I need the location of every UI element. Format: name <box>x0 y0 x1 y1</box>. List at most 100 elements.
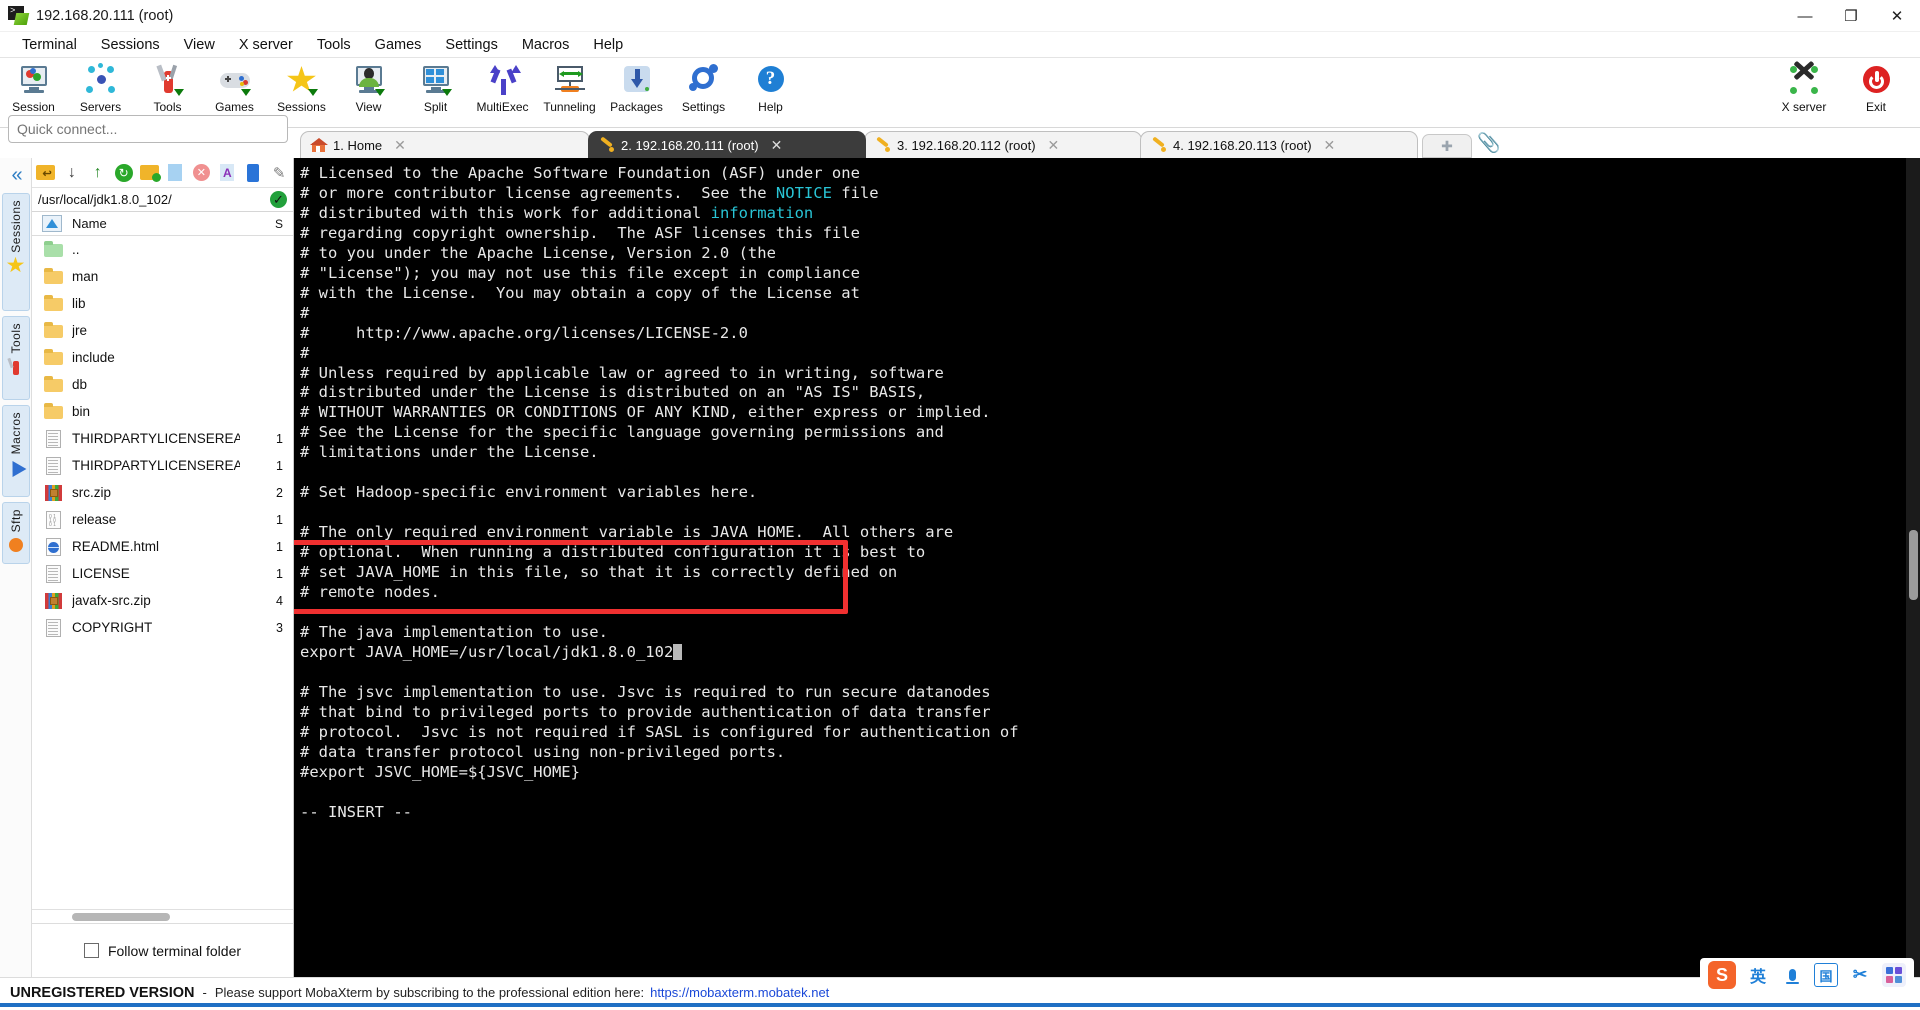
menu-settings[interactable]: Settings <box>433 35 509 55</box>
scrollbar-thumb[interactable] <box>1909 530 1918 600</box>
ribbon-view[interactable]: View <box>335 58 402 114</box>
rail-tab-sessions[interactable]: Sessions <box>1 193 30 311</box>
ssh-key-icon <box>875 136 891 153</box>
menu-tools[interactable]: Tools <box>305 35 363 55</box>
scissors-icon[interactable]: ✂ <box>1848 963 1872 987</box>
binary-mode-icon[interactable] <box>241 161 265 185</box>
menu-games[interactable]: Games <box>363 35 434 55</box>
delete-icon[interactable]: ✕ <box>189 161 213 185</box>
sftp-path-bar[interactable]: /usr/local/jdk1.8.0_102/ ✓ <box>32 188 293 212</box>
file-row-thirdparty-2[interactable]: THIRDPARTYLICENSEREAD... 1 <box>32 452 293 479</box>
paperclip-icon[interactable]: 📎 <box>1472 128 1506 158</box>
terminal-panel[interactable]: # Licensed to the Apache Software Founda… <box>294 158 1920 977</box>
column-size-header[interactable]: S <box>275 217 283 231</box>
tab-4-192-168-20-113[interactable]: 4. 192.168.20.113 (root) ✕ <box>1140 131 1418 158</box>
go-up-folder-icon[interactable]: ↩ <box>34 161 58 185</box>
sort-up-icon[interactable] <box>42 214 64 233</box>
refresh-icon[interactable]: ↻ <box>112 161 136 185</box>
ime-language-icon[interactable]: 英 <box>1746 963 1770 987</box>
file-row-bin[interactable]: bin <box>32 398 293 425</box>
tab-2-close-icon[interactable]: ✕ <box>771 137 783 154</box>
file-row-release[interactable]: 0 11 00 1 release 1 <box>32 506 293 533</box>
tab-1-close-icon[interactable]: ✕ <box>394 137 406 154</box>
folder-icon <box>44 403 64 420</box>
apps-grid-icon[interactable] <box>1882 963 1906 987</box>
terminal-output[interactable]: # Licensed to the Apache Software Founda… <box>294 158 1920 822</box>
folder-icon <box>44 376 64 393</box>
file-row-readme-html[interactable]: README.html 1 <box>32 533 293 560</box>
ribbon-split[interactable]: Split <box>402 58 469 114</box>
ime-handwriting-icon[interactable]: 国 <box>1814 963 1838 987</box>
ribbon-tools[interactable]: Tools <box>134 58 201 114</box>
column-name-header[interactable]: Name <box>72 216 107 231</box>
file-row-parent[interactable]: .. <box>32 236 293 263</box>
quick-connect-input[interactable] <box>8 115 288 143</box>
ribbon-servers[interactable]: Servers <box>67 58 134 114</box>
microphone-icon[interactable] <box>1780 963 1804 987</box>
file-row-src-zip[interactable]: src.zip 2 <box>32 479 293 506</box>
tab-2-192-168-20-111[interactable]: 2. 192.168.20.111 (root) ✕ <box>588 131 866 158</box>
tab-3-label: 3. 192.168.20.112 (root) <box>897 137 1036 153</box>
ribbon-toolbar: Session Servers Tools Games Sessions Vie… <box>0 58 1920 128</box>
tab-3-close-icon[interactable]: ✕ <box>1048 137 1060 154</box>
file-row-db[interactable]: db <box>32 371 293 398</box>
close-button[interactable]: ✕ <box>1874 0 1920 32</box>
maximize-button[interactable]: ❐ <box>1828 0 1874 32</box>
new-tab-button[interactable]: ✚ <box>1422 134 1472 158</box>
file-row-javafx-src-zip[interactable]: javafx-src.zip 4 <box>32 587 293 614</box>
menu-xserver[interactable]: X server <box>227 35 305 55</box>
status-bar: UNREGISTERED VERSION - Please support Mo… <box>0 958 1920 1007</box>
download-icon[interactable]: ↓ <box>60 161 84 185</box>
rail-tab-tools[interactable]: Tools <box>1 316 30 400</box>
menu-view[interactable]: View <box>172 35 227 55</box>
archive-icon <box>44 484 64 501</box>
ribbon-session[interactable]: Session <box>0 58 67 114</box>
sftp-horizontal-scrollbar[interactable] <box>32 909 293 923</box>
new-folder-icon[interactable] <box>138 161 162 185</box>
upload-icon[interactable]: ↑ <box>86 161 110 185</box>
file-row-thirdparty-1[interactable]: THIRDPARTYLICENSEREAD... 1 <box>32 425 293 452</box>
ribbon-tunneling[interactable]: Tunneling <box>536 58 603 114</box>
tab-3-192-168-20-112[interactable]: 3. 192.168.20.112 (root) ✕ <box>864 131 1142 158</box>
tab-1-home[interactable]: 1. Home ✕ <box>300 131 590 158</box>
file-name: README.html <box>72 539 160 554</box>
follow-terminal-folder-checkbox[interactable] <box>83 943 99 958</box>
sogou-ime-icon[interactable]: S <box>1708 961 1736 989</box>
file-row-lib[interactable]: lib <box>32 290 293 317</box>
file-row-include[interactable]: include <box>32 344 293 371</box>
ribbon-games[interactable]: Games <box>201 58 268 114</box>
menu-sessions[interactable]: Sessions <box>89 35 172 55</box>
ribbon-multiexec[interactable]: MultiExec <box>469 58 536 114</box>
ribbon-exit[interactable]: Exit <box>1840 58 1912 114</box>
file-row-license[interactable]: LICENSE 1 <box>32 560 293 587</box>
menu-macros[interactable]: Macros <box>510 35 582 55</box>
terminal-scrollbar[interactable] <box>1906 158 1920 977</box>
text-mode-icon[interactable]: A <box>215 161 239 185</box>
tab-4-close-icon[interactable]: ✕ <box>1324 137 1336 154</box>
sftp-file-list[interactable]: .. man lib jre include db bin THIRDPARTY… <box>32 236 293 909</box>
ribbon-help[interactable]: ? Help <box>737 58 804 114</box>
minimize-button[interactable]: — <box>1782 0 1828 32</box>
path-status-check-icon: ✓ <box>270 191 287 208</box>
menu-terminal[interactable]: Terminal <box>10 35 89 55</box>
scrollbar-thumb[interactable] <box>72 913 170 921</box>
rail-tab-macros[interactable]: Macros <box>1 405 30 497</box>
edit-icon[interactable]: ✎ <box>267 161 291 185</box>
ribbon-packages[interactable]: Packages <box>603 58 670 114</box>
menu-help[interactable]: Help <box>581 35 635 55</box>
new-file-icon[interactable] <box>164 161 188 185</box>
window-title: 192.168.20.111 (root) <box>36 7 174 24</box>
file-row-copyright[interactable]: COPYRIGHT 3 <box>32 614 293 641</box>
file-row-jre[interactable]: jre <box>32 317 293 344</box>
main-area: « Sessions Tools Macros Sftp ↩ ↓ ↑ ↻ ✕ A… <box>0 158 1920 977</box>
ribbon-settings[interactable]: Settings <box>670 58 737 114</box>
file-row-man[interactable]: man <box>32 263 293 290</box>
mobaxterm-link[interactable]: https://mobaxterm.mobatek.net <box>650 985 829 1000</box>
ribbon-sessions-star[interactable]: Sessions <box>268 58 335 114</box>
file-name: .. <box>72 242 80 257</box>
collapse-sidebar-button[interactable]: « <box>11 164 22 187</box>
document-icon <box>44 619 64 637</box>
ribbon-xserver[interactable]: X server <box>1768 58 1840 114</box>
file-name: lib <box>72 296 86 311</box>
rail-tab-sftp[interactable]: Sftp <box>1 502 30 564</box>
